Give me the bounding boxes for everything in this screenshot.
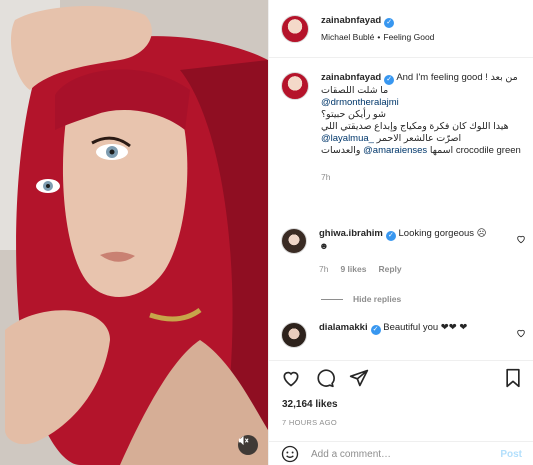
audio-artist: Michael Bublé (321, 32, 375, 42)
video-frame-illustration (0, 0, 268, 465)
likes-count[interactable]: 32,164 likes (282, 399, 338, 410)
comment-likes[interactable]: 9 likes (340, 264, 366, 274)
mute-button[interactable] (238, 435, 258, 455)
caption-arabic-5: والعدسات (321, 145, 361, 156)
reply-button[interactable]: Reply (378, 264, 401, 274)
comment-time[interactable]: 7h (319, 264, 328, 274)
mention-link[interactable]: @drmontheralajmi (321, 97, 399, 108)
comment-body: dialamakki ✓ Beautiful you ❤❤ ❤ (319, 322, 499, 348)
verified-badge-icon: ✓ (384, 18, 395, 28)
hide-replies-line (321, 298, 343, 300)
post-side-panel: zainabnfayad ✓ Michael Bublé • Feeling Good… (268, 0, 533, 465)
comment-item: dialamakki ✓ Beautiful you ❤❤ ❤ (281, 322, 526, 348)
avatar[interactable] (281, 14, 309, 43)
post-caption: zainabnfayad ✓ And I'm feeling good ! من … (281, 72, 526, 183)
comment-username[interactable]: dialamakki (319, 322, 368, 333)
comment-text: Beautiful you ❤❤ ❤ (383, 322, 468, 333)
audio-info[interactable]: Michael Bublé • Feeling Good (321, 32, 434, 42)
audio-track: Feeling Good (383, 32, 435, 42)
action-bar: 32,164 likes 7 HOURS AGO Post (269, 360, 533, 465)
comment-body: ghiwa.ibrahim ✓ Looking gorgeous ☹ ☻ 7h 9 … (319, 228, 499, 275)
caption-arabic-6: اسمها (429, 145, 454, 156)
verified-badge-icon: ✓ (384, 75, 395, 85)
post-time-ago[interactable]: 7 HOURS AGO (282, 418, 337, 427)
caption-body: zainabnfayad ✓ And I'm feeling good ! من … (321, 72, 521, 183)
comment-username[interactable]: ghiwa.ibrahim (319, 228, 383, 239)
caption-time[interactable]: 7h (321, 171, 521, 183)
share-paper-plane-icon[interactable] (349, 368, 369, 388)
post-comment-button[interactable]: Post (500, 449, 522, 460)
caption-arabic-3: هيدا اللوك كان فكرة ومكياج وإبداع صديقتي… (321, 121, 509, 132)
like-comment-heart-icon[interactable] (516, 234, 526, 244)
post-header: zainabnfayad ✓ Michael Bublé • Feeling Good (269, 0, 533, 58)
like-heart-icon[interactable] (281, 368, 301, 388)
caption-avatar[interactable] (281, 72, 309, 100)
action-icons (281, 368, 369, 388)
mention-link[interactable]: @amaraienses (363, 145, 427, 156)
speaker-muted-icon (238, 435, 249, 446)
verified-badge-icon: ✓ (370, 325, 381, 335)
caption-arabic-2: شو رأيكن حبيتو؟ (321, 109, 386, 120)
mention-link[interactable]: @layalmua_ (321, 133, 374, 144)
emoji-smiley-icon[interactable] (281, 445, 299, 463)
comment-input[interactable] (311, 448, 481, 460)
hide-replies-button[interactable]: Hide replies (321, 294, 401, 304)
header-text: zainabnfayad ✓ Michael Bublé • Feeling Good (321, 15, 434, 42)
comment-avatar[interactable] (281, 228, 307, 254)
caption-username[interactable]: zainabnfayad (321, 72, 381, 83)
comment-bubble-icon[interactable] (315, 368, 335, 388)
hide-replies-label: Hide replies (353, 294, 402, 304)
verified-badge-icon: ✓ (385, 231, 396, 241)
comment-item: ghiwa.ibrahim ✓ Looking gorgeous ☹ ☻ 7h 9 … (281, 228, 526, 275)
header-username[interactable]: zainabnfayad (321, 15, 381, 26)
like-comment-heart-icon[interactable] (516, 328, 526, 338)
add-comment-bar: Post (269, 441, 533, 465)
post-media-video[interactable] (0, 0, 268, 465)
comment-meta: 7h 9 likes Reply (319, 263, 499, 275)
bookmark-icon[interactable] (504, 368, 522, 388)
caption-line1: And I'm feeling good ! (396, 72, 488, 83)
caption-text-end: crocodile green (455, 145, 521, 156)
audio-separator: • (377, 32, 381, 42)
comment-avatar[interactable] (281, 322, 307, 348)
caption-arabic-4: اصرّت عالشعر الاحمر (376, 133, 462, 144)
